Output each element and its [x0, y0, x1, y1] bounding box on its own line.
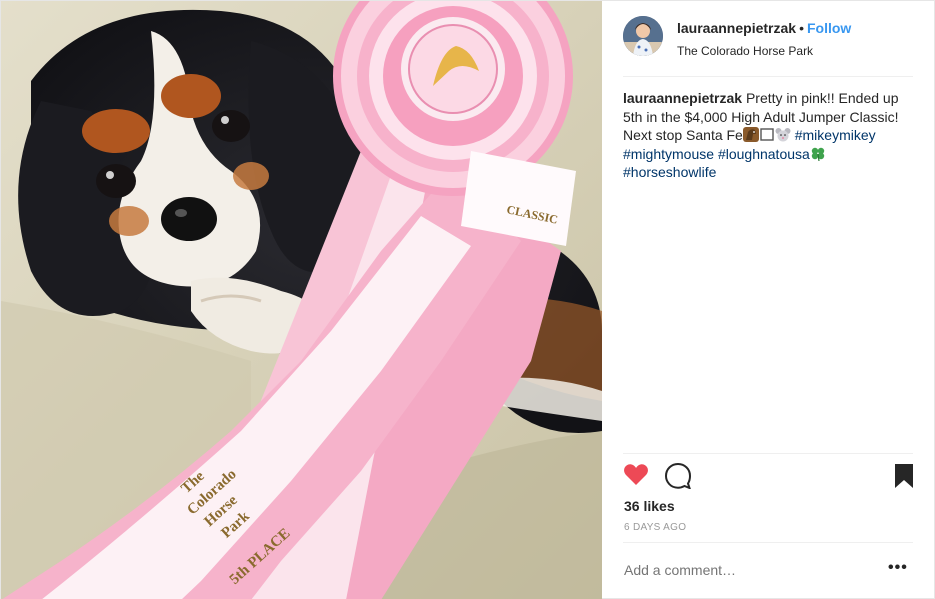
header-divider — [623, 76, 913, 77]
dog-with-ribbon-image: CLASSIC The Colorado Horse Park 5th PLAC… — [1, 1, 602, 599]
heart-icon[interactable] — [623, 463, 649, 492]
location-link[interactable]: The Colorado Horse Park — [677, 44, 851, 58]
username-link[interactable]: lauraannepietrzak — [677, 20, 796, 36]
hashtag-link[interactable]: #loughnatousa — [718, 146, 810, 162]
header-text: lauraannepietrzak • Follow The Colorado Ho… — [677, 20, 851, 58]
separator-dot: • — [799, 20, 804, 36]
comment-icon[interactable] — [664, 462, 692, 494]
post-timestamp[interactable]: 6 DAYS AGO — [624, 522, 686, 533]
follow-button[interactable]: Follow — [807, 20, 851, 36]
post-photo[interactable]: CLASSIC The Colorado Horse Park 5th PLAC… — [1, 1, 602, 599]
comment-input[interactable] — [624, 562, 834, 578]
instagram-post: CLASSIC The Colorado Horse Park 5th PLAC… — [0, 0, 935, 599]
avatar[interactable] — [623, 16, 663, 56]
hashtag-link[interactable]: #mikeymikey — [795, 127, 876, 143]
post-header: lauraannepietrzak • Follow The Colorado Ho… — [623, 14, 913, 64]
white-square-icon — [759, 127, 775, 142]
hashtag-link[interactable]: #horseshowlife — [623, 164, 716, 180]
avatar-image — [623, 16, 663, 56]
caption-username[interactable]: lauraannepietrzak — [623, 90, 742, 106]
comment-divider — [623, 542, 913, 543]
hashtag-link[interactable]: #mightymouse — [623, 146, 714, 162]
action-bar — [623, 462, 916, 494]
post-caption: lauraannepietrzak Pretty in pink!! Ended… — [623, 89, 918, 182]
post-side-panel: lauraannepietrzak • Follow The Colorado Ho… — [602, 1, 935, 599]
more-options-button[interactable]: ••• — [888, 559, 908, 577]
bookmark-icon[interactable] — [894, 463, 914, 494]
likes-count[interactable]: 36 likes — [624, 498, 675, 514]
horse-icon — [742, 127, 759, 142]
four-leaf-clover-icon — [810, 146, 826, 161]
mouse-face-icon — [775, 127, 791, 142]
actions-divider — [623, 453, 913, 454]
